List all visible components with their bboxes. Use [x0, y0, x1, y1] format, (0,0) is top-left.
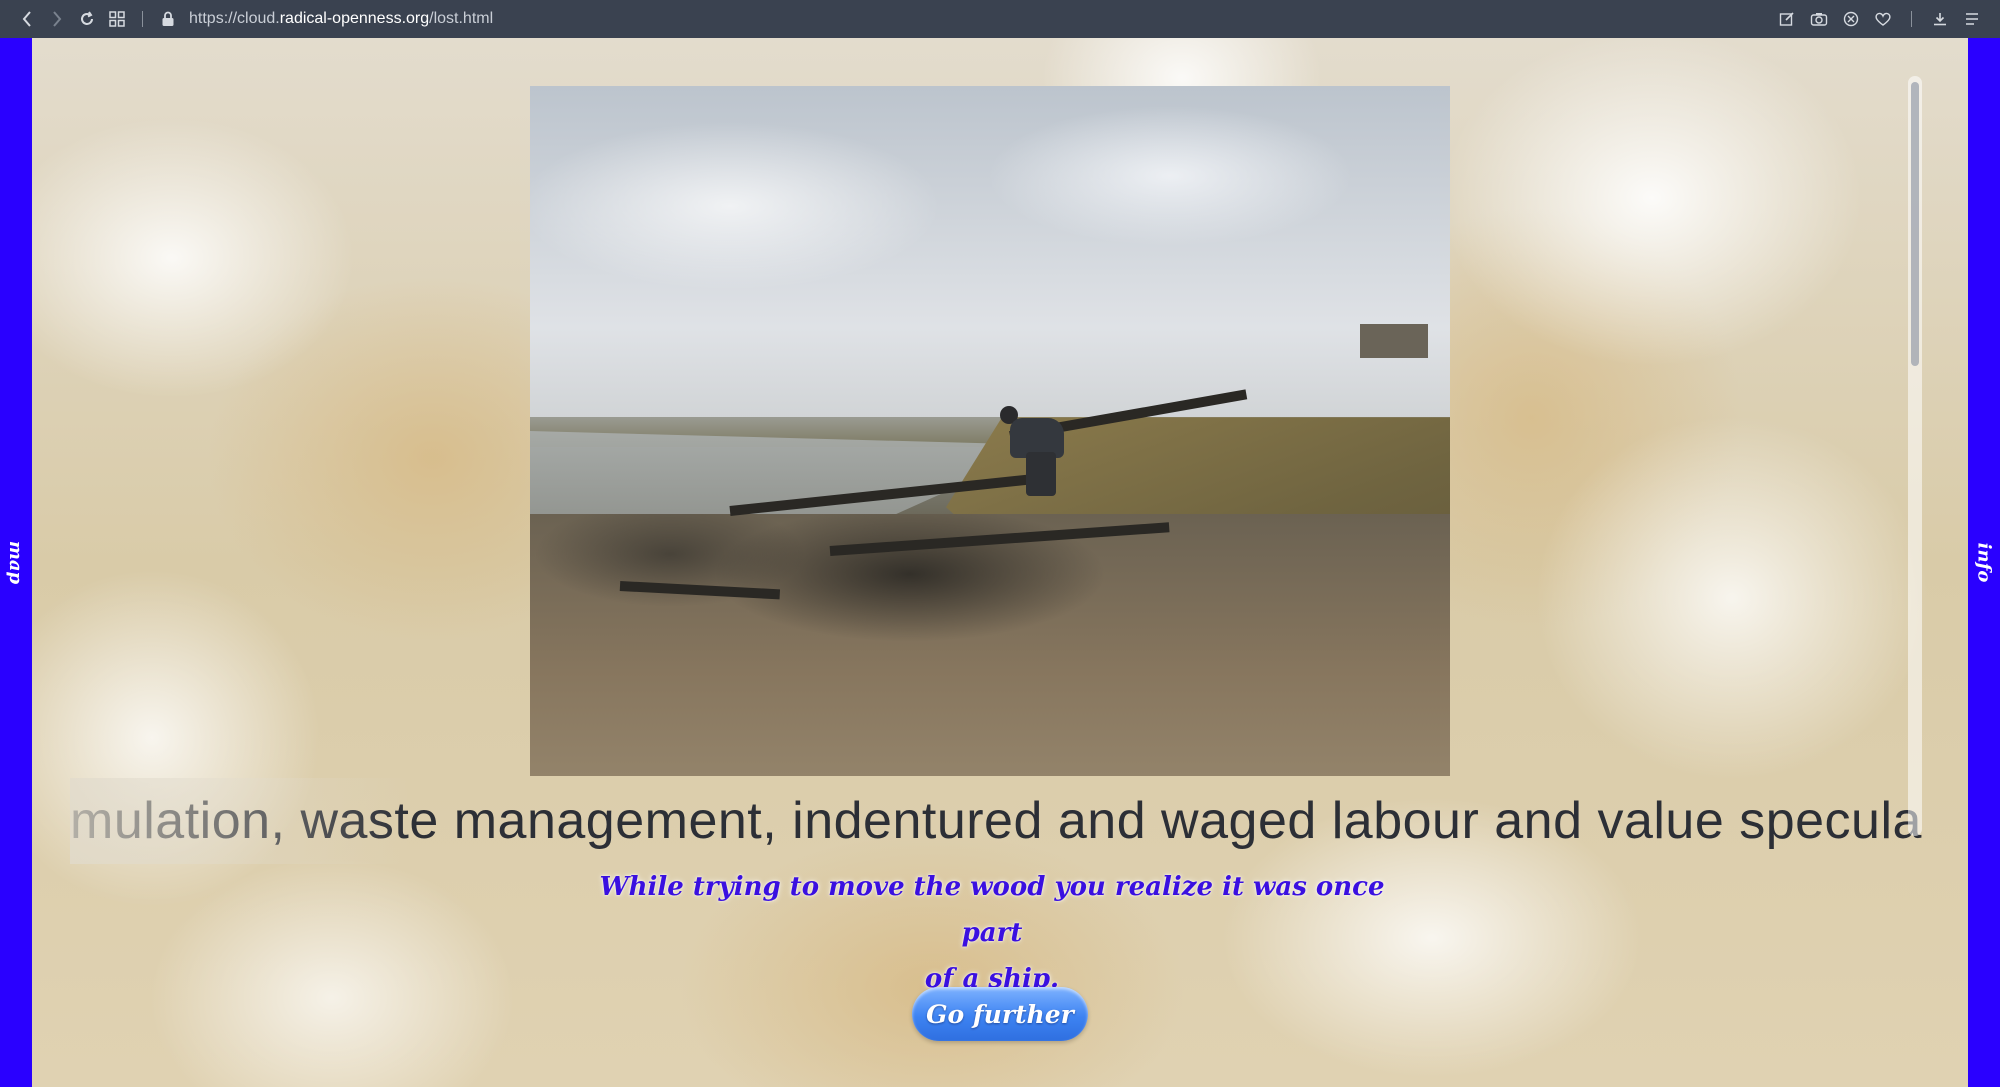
map-sidebar[interactable]: map — [0, 38, 32, 1087]
reload-icon[interactable] — [72, 4, 102, 34]
browser-toolbar: https://cloud. radical-openness.org/lost.… — [0, 0, 2000, 38]
mudflat-photo — [530, 86, 1450, 776]
chevron-right-icon[interactable] — [42, 4, 72, 34]
cloud-background: mulation, waste management, indentured a… — [32, 38, 1968, 1087]
camera-icon[interactable] — [1805, 4, 1833, 34]
info-link[interactable]: info — [1974, 543, 1995, 583]
download-icon[interactable] — [1926, 4, 1954, 34]
grid-icon[interactable] — [102, 4, 132, 34]
url-host: radical-openness.org — [279, 10, 430, 27]
photo-hut — [1360, 324, 1428, 358]
scrolling-text: mulation, waste management, indentured a… — [70, 778, 1930, 864]
scrollbar-thumb[interactable] — [1911, 82, 1919, 366]
toolbar-separator-right — [1911, 11, 1912, 27]
marquee-fade — [70, 778, 410, 864]
url-prefix: https://cloud. — [189, 10, 280, 27]
toolbar-separator — [142, 11, 143, 27]
url-path: /lost.html — [429, 10, 494, 27]
lock-icon[interactable] — [153, 4, 183, 34]
photo-sky — [530, 86, 1450, 431]
shield-icon[interactable] — [1837, 4, 1865, 34]
heart-icon[interactable] — [1869, 4, 1897, 34]
edit-icon[interactable] — [1773, 4, 1801, 34]
story-caption: While trying to move the wood you realiz… — [592, 864, 1392, 1002]
menu-icon[interactable] — [1958, 4, 1986, 34]
person-figure — [1000, 406, 1070, 496]
photo-mud — [530, 513, 1450, 776]
scrollbar[interactable] — [1908, 76, 1922, 836]
go-further-button[interactable]: Go further — [912, 987, 1088, 1041]
address-bar[interactable]: https://cloud. radical-openness.org/lost.… — [189, 10, 493, 28]
chevron-left-icon[interactable] — [12, 4, 42, 34]
caption-line-1: While trying to move the wood you realiz… — [599, 872, 1385, 948]
map-link[interactable]: map — [6, 541, 27, 584]
info-sidebar[interactable]: info — [1968, 38, 2000, 1087]
